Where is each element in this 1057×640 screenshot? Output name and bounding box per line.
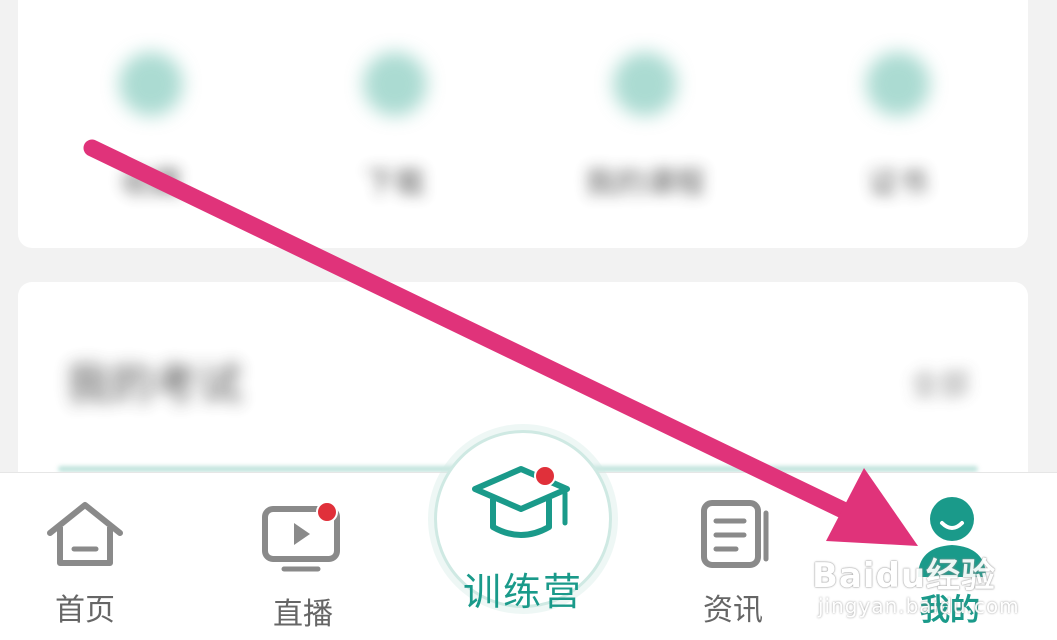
graduation-cap-icon — [472, 466, 570, 538]
shortcut-label: 证书 — [868, 166, 928, 201]
live-badge-dot — [316, 501, 338, 523]
shortcut-item[interactable]: 收藏 — [51, 40, 251, 220]
shortcut-icon — [866, 52, 930, 116]
shortcut-label: 收藏 — [121, 166, 181, 201]
nav-label-training-camp: 训练营 — [462, 570, 583, 614]
section-more-link[interactable]: 全部 — [910, 360, 970, 404]
shortcut-item[interactable]: 下载 — [295, 40, 495, 220]
nav-label-news: 资讯 — [703, 593, 763, 628]
watermark-text: Baidu经验 — [812, 556, 997, 596]
shortcut-icon — [363, 52, 427, 116]
nav-item-live[interactable]: 直播 — [238, 473, 368, 640]
section-title: 我的考试 — [66, 359, 242, 410]
watermark-url: jingyan.baidu.com — [818, 594, 1020, 618]
home-icon — [47, 502, 123, 566]
baidu-jingyan-watermark: Baidu经验 jingyan.baidu.com — [812, 548, 1019, 628]
shortcut-label: 我的课程 — [585, 166, 705, 201]
shortcut-icon — [119, 52, 183, 116]
news-document-icon — [701, 500, 769, 568]
nav-item-news[interactable]: 资讯 — [668, 473, 798, 640]
shortcut-label: 下载 — [365, 166, 425, 201]
nav-item-training-camp[interactable]: 训练营 — [434, 430, 612, 614]
nav-label-live: 直播 — [273, 597, 333, 632]
shortcut-item[interactable]: 证书 — [798, 40, 998, 220]
nav-label-home: 首页 — [55, 593, 115, 628]
shortcut-item[interactable]: 我的课程 — [545, 40, 745, 220]
training-camp-badge-dot — [534, 465, 556, 487]
shortcut-icon — [613, 52, 677, 116]
blurred-shortcut-card: 收藏 下载 我的课程 证书 — [18, 0, 1028, 248]
nav-item-home[interactable]: 首页 — [20, 473, 150, 640]
